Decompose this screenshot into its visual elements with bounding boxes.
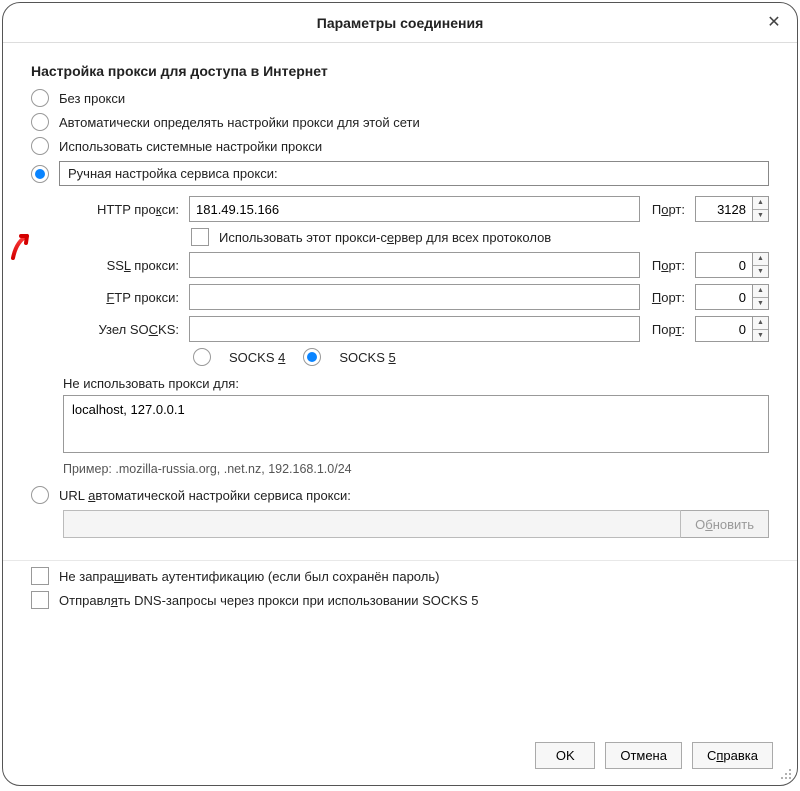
no-auth-prompt-checkbox[interactable]: [31, 567, 49, 585]
help-button[interactable]: Справка: [692, 742, 773, 769]
radio-socks4[interactable]: [193, 348, 211, 366]
http-proxy-label: HTTP прокси:: [63, 202, 183, 217]
no-auth-prompt-label: Не запрашивать аутентификацию (если был …: [59, 569, 439, 584]
label-system-proxy: Использовать системные настройки прокси: [59, 139, 322, 154]
ftp-proxy-port-input[interactable]: [695, 284, 753, 310]
label-manual-proxy: Ручная настройка сервиса прокси:: [59, 161, 769, 186]
no-proxy-example: Пример: .mozilla-russia.org, .net.nz, 19…: [63, 462, 769, 476]
radio-auto-detect[interactable]: [31, 113, 49, 131]
label-socks5: SOCKS 5: [339, 350, 395, 365]
no-proxy-for-label: Не использовать прокси для:: [63, 376, 769, 391]
ssl-proxy-label: SSL прокси:: [63, 258, 183, 273]
ftp-proxy-label: FTP прокси:: [63, 290, 183, 305]
http-proxy-port-input[interactable]: [695, 196, 753, 222]
http-port-label: Порт:: [652, 202, 685, 217]
radio-system-proxy[interactable]: [31, 137, 49, 155]
radio-manual-proxy[interactable]: [31, 165, 49, 183]
label-auto-detect: Автоматически определять настройки прокс…: [59, 115, 420, 130]
ftp-port-label: Порт:: [652, 290, 685, 305]
ok-button[interactable]: OK: [535, 742, 595, 769]
titlebar: Параметры соединения ✕: [3, 3, 797, 43]
cancel-button[interactable]: Отмена: [605, 742, 682, 769]
socks-proxy-host-input[interactable]: [189, 316, 640, 342]
resize-grip-icon[interactable]: [779, 767, 793, 781]
use-for-all-checkbox[interactable]: [191, 228, 209, 246]
socks-port-label: Порт:: [652, 322, 685, 337]
label-no-proxy: Без прокси: [59, 91, 125, 106]
label-socks4: SOCKS 4: [229, 350, 285, 365]
ssl-port-label: Порт:: [652, 258, 685, 273]
section-title: Настройка прокси для доступа в Интернет: [31, 63, 769, 79]
radio-socks5[interactable]: [303, 348, 321, 366]
manual-proxy-group: HTTP прокси: Порт: ▲▼ Использовать этот …: [63, 196, 769, 538]
auto-config-url-input[interactable]: [63, 510, 681, 538]
radio-no-proxy[interactable]: [31, 89, 49, 107]
use-for-all-label: Использовать этот прокси-сервер для всех…: [219, 230, 551, 245]
ftp-port-spinner[interactable]: ▲▼: [753, 284, 769, 310]
socks-proxy-label: Узел SOCKS:: [63, 322, 183, 337]
close-button[interactable]: ✕: [765, 13, 783, 31]
annotation-arrow-icon: [9, 232, 33, 260]
divider: [3, 560, 797, 561]
label-auto-config-url: URL автоматической настройки сервиса про…: [59, 488, 351, 503]
no-proxy-for-input[interactable]: [63, 395, 769, 453]
socks-proxy-port-input[interactable]: [695, 316, 753, 342]
dialog-title: Параметры соединения: [317, 15, 484, 31]
http-port-spinner[interactable]: ▲▼: [753, 196, 769, 222]
dns-over-socks5-checkbox[interactable]: [31, 591, 49, 609]
content-area: Настройка прокси для доступа в Интернет …: [3, 43, 797, 623]
http-proxy-host-input[interactable]: [189, 196, 640, 222]
ssl-proxy-port-input[interactable]: [695, 252, 753, 278]
dns-over-socks5-label: Отправлять DNS-запросы через прокси при …: [59, 593, 478, 608]
radio-auto-config-url[interactable]: [31, 486, 49, 504]
ssl-proxy-host-input[interactable]: [189, 252, 640, 278]
socks-port-spinner[interactable]: ▲▼: [753, 316, 769, 342]
reload-button[interactable]: Обновить: [681, 510, 769, 538]
ftp-proxy-host-input[interactable]: [189, 284, 640, 310]
ssl-port-spinner[interactable]: ▲▼: [753, 252, 769, 278]
connection-settings-dialog: Параметры соединения ✕ Настройка прокси …: [2, 2, 798, 786]
